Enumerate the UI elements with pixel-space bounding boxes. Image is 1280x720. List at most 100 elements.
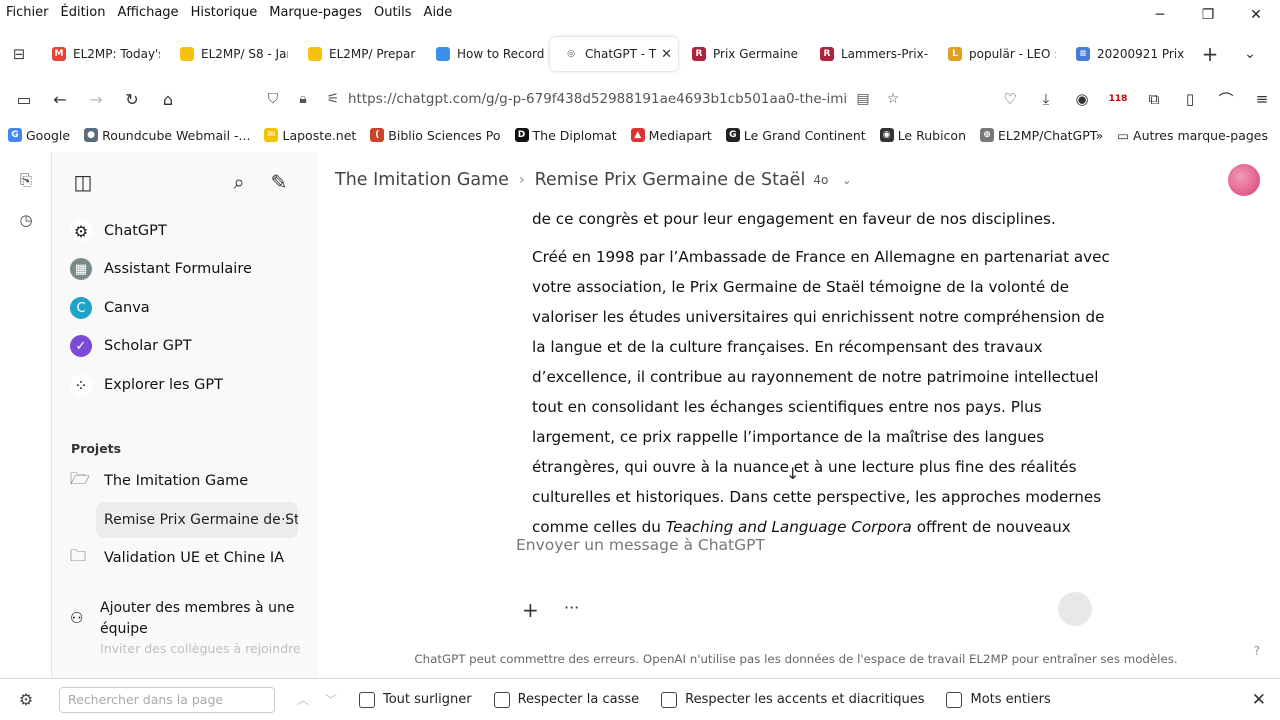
close-sidebar-icon[interactable]: ◫ — [69, 168, 97, 196]
menu-icon[interactable]: ≡ — [1244, 90, 1280, 108]
bookmark-item[interactable]: ▲ Mediapart — [623, 128, 718, 143]
browser-tab[interactable]: How to Record — [422, 37, 550, 71]
browser-tab[interactable]: EL2MP/ S8 - Jar — [166, 37, 294, 71]
tab-title: ChatGPT - Th — [585, 47, 658, 61]
tab-overview-icon[interactable]: ⊟ — [0, 35, 38, 73]
project-validation-ue[interactable]: 🗀︎ Validation UE et Chine IA — [70, 540, 302, 576]
menu-edition[interactable]: Édition — [55, 5, 112, 20]
lock-icon[interactable]: 🔒︎ — [288, 91, 318, 107]
sidebar-item-label: Assistant Formulaire — [104, 261, 252, 277]
bookmark-item[interactable]: ✉ Laposte.net — [256, 128, 362, 143]
extensions-icon[interactable]: ⧉ — [1136, 90, 1172, 108]
browser-tab[interactable]: Lpopulär - LEO : — [934, 37, 1062, 71]
menu-fichier[interactable]: Fichier — [0, 5, 55, 20]
checkbox-box[interactable] — [661, 691, 678, 708]
sidebar-gpt-item[interactable]: ⚙ ChatGPT — [70, 213, 302, 249]
screenshot-icon[interactable]: ▯ — [1172, 90, 1208, 108]
browser-tab[interactable]: EL2MP/ Prepari — [294, 37, 422, 71]
arc-icon[interactable]: ⌒ — [1208, 89, 1244, 110]
pocket-icon[interactable]: ♡ — [992, 90, 1028, 108]
menu-historique[interactable]: Historique — [185, 5, 264, 20]
bookmark-item[interactable]: D The Diplomat — [507, 128, 623, 143]
forward-icon[interactable]: → — [78, 83, 114, 115]
project-the-imitation-game[interactable]: 🗁︎ The Imitation Game — [70, 463, 302, 499]
browser-tab[interactable]: ≡ 20200921 Prix S — [1062, 37, 1190, 71]
more-tools-icon[interactable]: ··· — [564, 598, 579, 617]
synced-tabs-icon[interactable]: ⎘ — [14, 168, 38, 192]
shield-icon[interactable]: ⛉ — [258, 91, 288, 107]
search-icon[interactable]: ⌕ — [225, 168, 253, 196]
minimize-icon[interactable]: ─ — [1136, 0, 1184, 30]
sidebar-toggle-icon[interactable]: ▭ — [6, 83, 42, 115]
find-settings-gear-icon[interactable]: ⚙ — [0, 690, 52, 709]
find-previous-icon[interactable]: ︿ — [289, 691, 317, 708]
permissions-icon[interactable]: ⚟ — [318, 91, 348, 107]
message-input[interactable]: Envoyer un message à ChatGPT — [516, 536, 765, 554]
tab-title: Prix Germaine d — [713, 47, 800, 61]
menu-aide[interactable]: Aide — [418, 5, 459, 20]
sidebar-gpt-item[interactable]: C Canva — [70, 290, 302, 326]
checkbox-box[interactable] — [359, 691, 375, 708]
model-label[interactable]: 4o — [813, 173, 828, 187]
highlight-all-checkbox[interactable]: Tout surligner — [359, 691, 472, 708]
close-tab-icon[interactable]: ✕ — [661, 47, 672, 62]
sidebar-gpt-item[interactable]: ✓ Scholar GPT — [70, 328, 302, 364]
restore-icon[interactable]: ❐ — [1184, 0, 1232, 30]
new-tab-icon[interactable]: + — [1190, 42, 1230, 66]
other-bookmarks[interactable]: Autres marque-pages — [1133, 128, 1268, 143]
account-icon[interactable]: ◉ — [1064, 90, 1100, 108]
bookmark-item[interactable]: G Google — [0, 128, 76, 143]
more-bookmarks-icon[interactable]: » — [1096, 128, 1104, 143]
attach-plus-icon[interactable]: + — [522, 598, 539, 622]
sidebar-gpt-item[interactable]: ⁘ Explorer les GPT — [70, 367, 302, 403]
menu-marque-pages[interactable]: Marque-pages — [263, 5, 368, 20]
list-tabs-icon[interactable]: ⌄ — [1230, 46, 1270, 62]
bookmark-item[interactable]: ◉ Le Rubicon — [872, 128, 972, 143]
chat-options-icon[interactable]: ··· — [277, 512, 290, 528]
back-icon[interactable]: ← — [42, 83, 78, 115]
menu-outils[interactable]: Outils — [368, 5, 418, 20]
browser-tab[interactable]: M EL2MP: Today's — [38, 37, 166, 71]
team-subtitle: Inviter des collègues à rejoindre — [100, 641, 301, 656]
bookmark-item[interactable]: ● Roundcube Webmail -... — [76, 128, 256, 143]
match-diacritics-checkbox[interactable]: Respecter les accents et diacritiques — [661, 691, 924, 708]
reader-view-icon[interactable]: ▤ — [848, 91, 878, 107]
checkbox-box[interactable] — [946, 691, 963, 708]
chevron-down-icon[interactable]: ⌄ — [842, 174, 851, 187]
navigation-bar: ▭ ← → ↻ ⌂ ⛉ 🔒︎ ⚟ https://chatgpt.com/g/g… — [0, 80, 1280, 118]
match-case-checkbox[interactable]: Respecter la casse — [493, 691, 639, 708]
scroll-down-icon[interactable]: ↓ — [786, 464, 799, 483]
sidebar-gpt-item[interactable]: ▦ Assistant Formulaire — [70, 251, 302, 287]
extension-badge[interactable]: 118 — [1100, 94, 1136, 104]
avatar[interactable] — [1228, 164, 1260, 196]
bookmark-favicon-icon: D — [514, 128, 529, 142]
find-next-icon[interactable]: ﹀ — [317, 691, 345, 708]
browser-tab[interactable]: R Prix Germaine d — [678, 37, 806, 71]
reload-icon[interactable]: ↻ — [114, 83, 150, 115]
breadcrumb-chat[interactable]: Remise Prix Germaine de Staël — [535, 170, 806, 190]
bookmark-star-icon[interactable]: ☆ — [878, 91, 908, 107]
home-icon[interactable]: ⌂ — [150, 83, 186, 115]
history-icon[interactable]: ◷ — [14, 208, 38, 232]
browser-tab[interactable]: ◎ ChatGPT - Th ✕ — [550, 37, 678, 71]
browser-tab[interactable]: R Lammers-Prix-G — [806, 37, 934, 71]
checkbox-box[interactable] — [493, 691, 510, 708]
bookmark-item[interactable]: (Biblio Sciences Po — [362, 128, 506, 143]
menu-affichage[interactable]: Affichage — [111, 5, 184, 20]
voice-button[interactable] — [1058, 592, 1092, 626]
bookmark-item[interactable]: G Le Grand Continent — [718, 128, 872, 143]
chat-remise-prix[interactable]: Remise Prix Germaine de Staël ··· — [96, 502, 298, 538]
close-find-icon[interactable]: ✕ — [1252, 690, 1266, 710]
close-window-icon[interactable]: ✕ — [1232, 0, 1280, 30]
url-text[interactable]: https://chatgpt.com/g/g-p-679f438d529881… — [348, 91, 848, 107]
breadcrumb-project[interactable]: The Imitation Game — [335, 170, 509, 190]
bookmark-item[interactable]: ⊕ EL2MP/ChatGPT — [972, 128, 1103, 143]
bookmark-label: Roundcube Webmail -... — [102, 127, 251, 143]
new-chat-icon[interactable]: ✎ — [265, 168, 293, 196]
downloads-icon[interactable]: ⤓ — [1028, 90, 1064, 108]
find-input[interactable]: Rechercher dans la page — [59, 686, 275, 713]
url-bar[interactable]: ⛉ 🔒︎ ⚟ https://chatgpt.com/g/g-p-679f438… — [258, 82, 910, 116]
add-team-members[interactable]: ⚇ Ajouter des membres à une équipe Invit… — [70, 598, 302, 658]
help-icon[interactable]: ? — [1254, 644, 1260, 658]
whole-words-checkbox[interactable]: Mots entiers — [946, 691, 1051, 708]
